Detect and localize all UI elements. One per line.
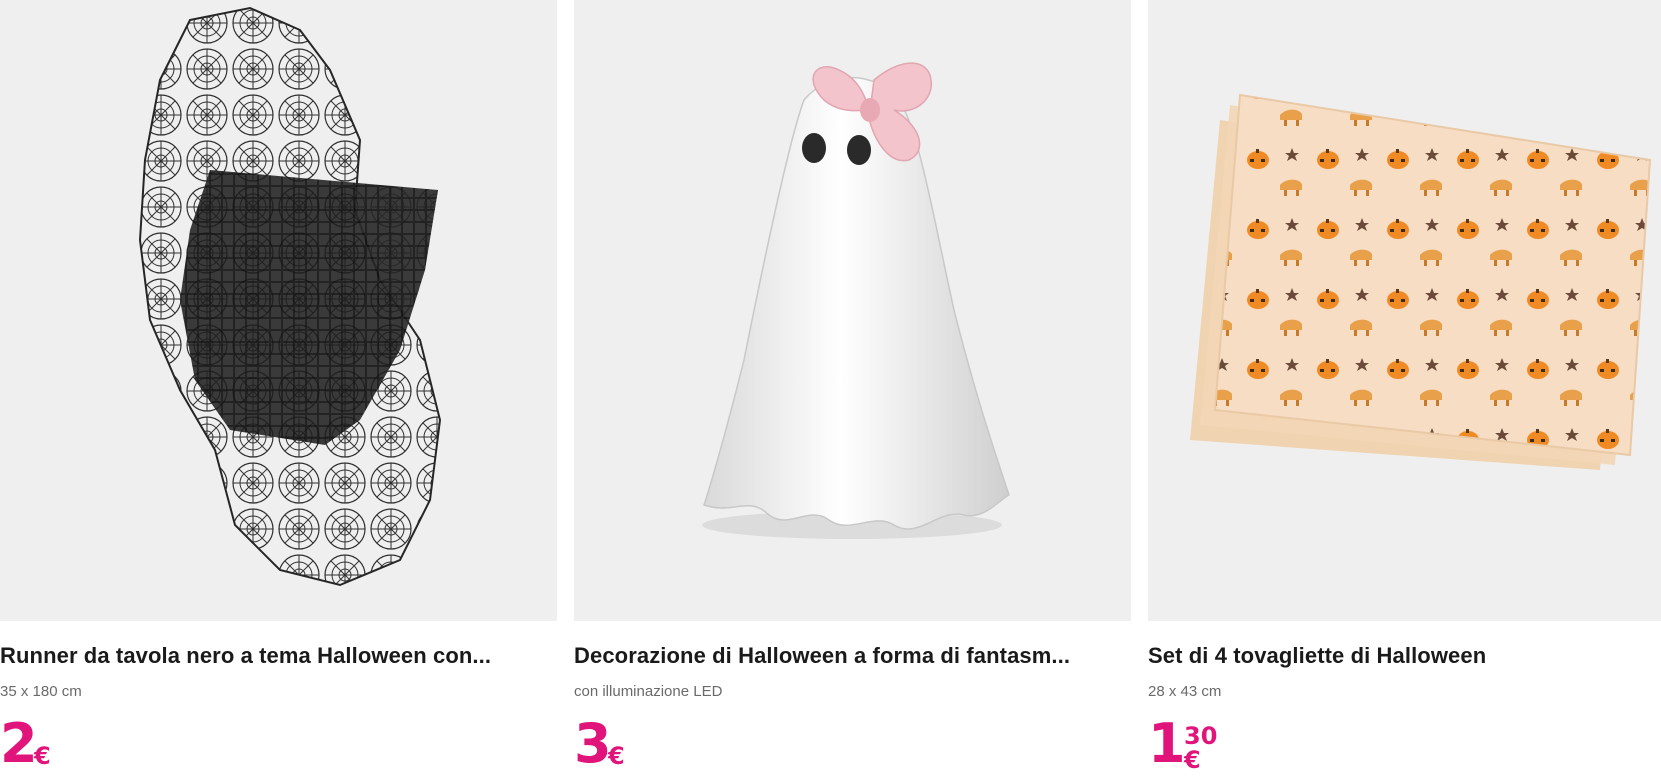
- product-image[interactable]: [0, 0, 557, 621]
- ghost-figurine-image: [702, 62, 1010, 539]
- product-title[interactable]: Set di 4 tovagliette di Halloween: [1148, 643, 1661, 669]
- price-integer: 1: [1148, 712, 1186, 775]
- product-image[interactable]: [1148, 0, 1661, 621]
- product-title[interactable]: Decorazione di Halloween a forma di fant…: [574, 643, 1131, 669]
- product-title[interactable]: Runner da tavola nero a tema Halloween c…: [0, 643, 557, 669]
- price-decimals: 30: [1184, 722, 1218, 750]
- product-card-placemats[interactable]: Set di 4 tovagliette di Halloween 28 x 4…: [1148, 0, 1661, 777]
- price-currency: €: [1184, 746, 1201, 774]
- price-integer: 2: [0, 712, 38, 775]
- product-grid: Runner da tavola nero a tema Halloween c…: [0, 0, 1661, 777]
- product-subtitle: con illuminazione LED: [574, 683, 723, 700]
- spiderweb-table-runner-image: [138, 6, 442, 587]
- product-image[interactable]: [574, 0, 1131, 621]
- product-subtitle: 35 x 180 cm: [0, 683, 82, 700]
- price-integer: 3: [574, 712, 612, 775]
- product-card-ghost[interactable]: Decorazione di Halloween a forma di fant…: [574, 0, 1131, 777]
- price-currency: €: [608, 742, 625, 770]
- product-subtitle: 28 x 43 cm: [1148, 683, 1222, 700]
- price-currency: €: [34, 742, 51, 770]
- halloween-placemats-image: [1190, 93, 1652, 470]
- product-card-runner[interactable]: Runner da tavola nero a tema Halloween c…: [0, 0, 557, 777]
